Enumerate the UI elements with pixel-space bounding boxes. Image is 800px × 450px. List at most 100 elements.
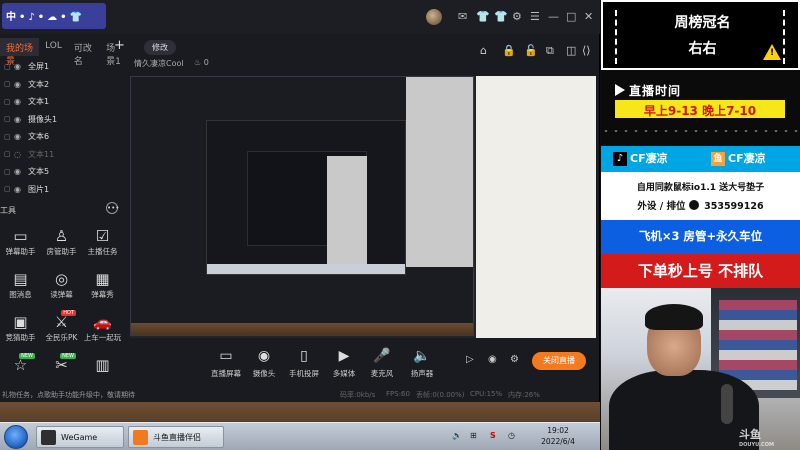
layer-item[interactable]: ▢ ◉ 文本1 bbox=[0, 93, 128, 111]
network-icon[interactable]: ⊞ bbox=[470, 431, 477, 440]
schedule-title: 直播时间 bbox=[629, 84, 682, 98]
volume-icon[interactable]: 🔊 bbox=[452, 431, 462, 440]
speaker-button[interactable]: 🔈 扬声器 bbox=[402, 348, 442, 379]
stream-preview-canvas[interactable] bbox=[130, 76, 596, 338]
layer-item[interactable]: ▢ ◉ 摄像头1 bbox=[0, 111, 128, 129]
tool-streamer-tasks[interactable]: ☑ 主播任务 bbox=[82, 226, 123, 261]
tool-room-admin[interactable]: ♙ 房管助手 bbox=[41, 226, 82, 261]
share-icon[interactable]: ⟨⟩ bbox=[582, 44, 591, 57]
tool-pk[interactable]: HOT ⚔ 全民乐PK bbox=[41, 310, 82, 347]
menu-icon[interactable]: ☰ bbox=[530, 10, 540, 23]
phone-cast-button[interactable]: ▯ 手机投屏 bbox=[284, 348, 324, 379]
tool-label: 全民乐PK bbox=[45, 333, 78, 342]
screen-capture-button[interactable]: ▭ 直播屏幕 bbox=[206, 348, 246, 379]
start-button[interactable] bbox=[4, 425, 28, 449]
shirt-icon[interactable]: 👕 bbox=[494, 10, 508, 23]
edit-tab[interactable]: 修改 bbox=[144, 40, 176, 55]
copy-icon[interactable]: ⧉ bbox=[546, 44, 554, 58]
tool-danmu-assistant[interactable]: ▭ 弹幕助手 bbox=[0, 226, 41, 261]
maximize-button[interactable]: □ bbox=[566, 10, 576, 23]
tiktok-account-name: CF凄凉 bbox=[630, 152, 668, 165]
lock-icon[interactable]: 🔒 bbox=[502, 44, 516, 57]
lock-icon[interactable]: ▢ bbox=[4, 150, 14, 158]
layer-item[interactable]: ▢ ◉ 文本2 bbox=[0, 76, 128, 94]
lock-icon[interactable]: ▢ bbox=[4, 63, 14, 71]
tiktok-account: ♪ CF凄凉 bbox=[613, 150, 668, 168]
eye-icon[interactable]: ◌ bbox=[14, 150, 28, 159]
tool-scissors[interactable]: NEW ✂ bbox=[41, 353, 82, 390]
tool-read-danmu[interactable]: ◎ 读弹幕 bbox=[41, 269, 82, 304]
taskbar-app-douyu[interactable]: 斗鱼直播伴侣 bbox=[128, 426, 224, 448]
minimize-button[interactable]: — bbox=[548, 10, 559, 23]
tool-messages[interactable]: ▤ 图消息 bbox=[0, 269, 41, 304]
taskbar-app-label: 斗鱼直播伴侣 bbox=[153, 433, 201, 442]
tool-star[interactable]: NEW ☆ bbox=[0, 353, 41, 390]
eye-icon[interactable]: ◉ bbox=[14, 132, 28, 141]
lock-icon[interactable]: ▢ bbox=[4, 168, 14, 176]
microphone-button[interactable]: 🎤 麦克风 bbox=[362, 348, 402, 379]
eye-icon[interactable]: ◉ bbox=[14, 80, 28, 89]
new-badge: NEW bbox=[19, 353, 35, 359]
close-button[interactable]: ✕ bbox=[584, 10, 593, 23]
lock-icon[interactable]: ▢ bbox=[4, 185, 14, 193]
lock-icon[interactable]: ▢ bbox=[4, 133, 14, 141]
layer-item[interactable]: ▢ ◉ 全屏1 bbox=[0, 58, 128, 76]
multimedia-button[interactable]: ▶ 多媒体 bbox=[324, 348, 364, 379]
more-tools-button[interactable]: ••• bbox=[106, 202, 119, 214]
user-avatar[interactable] bbox=[426, 9, 442, 25]
phone-icon: ▯ bbox=[300, 348, 308, 364]
new-badge: NEW bbox=[60, 353, 76, 359]
tab-renamable[interactable]: 可改名 bbox=[68, 38, 100, 67]
tab-my-scenes[interactable]: 我的场景 bbox=[0, 38, 40, 67]
layout-icon[interactable]: ◫ bbox=[566, 44, 576, 57]
screen: 中•♪•☁•👕 ✉ 👕 👕 ⚙ ☰ — □ ✕ 我的场景 LOL 可改名 场景1… bbox=[0, 0, 800, 450]
eye-icon[interactable]: ◉ bbox=[14, 62, 28, 71]
eye-icon[interactable]: ◉ bbox=[14, 167, 28, 176]
camera-button[interactable]: ◉ 摄像头 bbox=[244, 348, 284, 379]
tool-label: 图消息 bbox=[9, 290, 32, 299]
unlock-icon[interactable]: 🔓 bbox=[524, 44, 538, 57]
gear-info-card: 自用同款鼠标io1.1 送大号垫子 外设 / 排位 353599126 bbox=[601, 172, 800, 220]
settings-icon[interactable]: ⚙ bbox=[512, 10, 522, 23]
mail-icon[interactable]: ✉ bbox=[458, 10, 467, 23]
app-logo[interactable]: 中•♪•☁•👕 bbox=[2, 3, 106, 29]
tab-lol[interactable]: LOL bbox=[39, 38, 68, 56]
eye-icon[interactable]: ◉ bbox=[488, 354, 497, 365]
layer-label: 文本11 bbox=[28, 149, 55, 159]
shirt-icon[interactable]: 👕 bbox=[476, 10, 490, 23]
lock-icon[interactable]: ▢ bbox=[4, 98, 14, 106]
stop-stream-button[interactable]: 关闭直播 bbox=[532, 352, 586, 370]
tool-danmu-show[interactable]: ▦ 弹幕秀 bbox=[82, 269, 123, 304]
ime-icon[interactable]: S bbox=[490, 431, 496, 440]
taskbar-app-label: WeGame bbox=[61, 433, 98, 442]
perks-banner: 飞机×3 房管+永久车位 bbox=[601, 220, 800, 254]
eye-icon[interactable]: ◉ bbox=[14, 185, 28, 194]
layer-item[interactable]: ▢ ◌ 文本11 bbox=[0, 146, 128, 164]
social-accounts-row: ♪ CF凄凉 鱼 CF凄凉 bbox=[601, 146, 800, 172]
status-bar: 礼物任务，点歌助手功能升级中，敬请期待 码率:0kb/s FPS:60 丢帧:0… bbox=[0, 388, 600, 402]
button-label: 摄像头 bbox=[252, 369, 276, 378]
button-label: 直播屏幕 bbox=[211, 369, 241, 378]
lock-icon[interactable]: ▢ bbox=[4, 115, 14, 123]
taskbar-clock[interactable]: 19:02 2022/6/4 bbox=[526, 425, 590, 447]
home-icon[interactable]: ⌂ bbox=[480, 44, 487, 57]
tool-grid[interactable]: ▥ bbox=[82, 355, 123, 390]
eye-icon[interactable]: ◉ bbox=[14, 115, 28, 124]
order-text: 下单秒上号 不排队 bbox=[637, 262, 764, 280]
layer-item[interactable]: ▢ ◉ 文本6 bbox=[0, 128, 128, 146]
lock-icon[interactable]: ▢ bbox=[4, 80, 14, 88]
taskbar-app-wegame[interactable]: WeGame bbox=[36, 426, 124, 448]
clock-icon[interactable]: ◷ bbox=[508, 431, 515, 440]
camera-icon: ◉ bbox=[257, 348, 271, 364]
layer-item[interactable]: ▢ ◉ 文本5 bbox=[0, 163, 128, 181]
webcam-feed: 斗鱼 DOUYU.COM bbox=[601, 288, 800, 450]
layer-item[interactable]: ▢ ◉ 图片1 bbox=[0, 181, 128, 199]
tool-guess-assistant[interactable]: ▣ 竞猜助手 bbox=[0, 312, 41, 347]
settings-icon[interactable]: ⚙ bbox=[510, 354, 519, 365]
tool-carpool[interactable]: 🚗 上车一起玩 bbox=[82, 312, 123, 347]
preview-overlay-panel bbox=[476, 76, 596, 338]
room-name: 情久凄凉Cool bbox=[134, 59, 184, 68]
eye-icon[interactable]: ◉ bbox=[14, 97, 28, 106]
preview-play-icon[interactable]: ▷ bbox=[466, 354, 474, 365]
add-scene-button[interactable]: + bbox=[114, 38, 125, 53]
